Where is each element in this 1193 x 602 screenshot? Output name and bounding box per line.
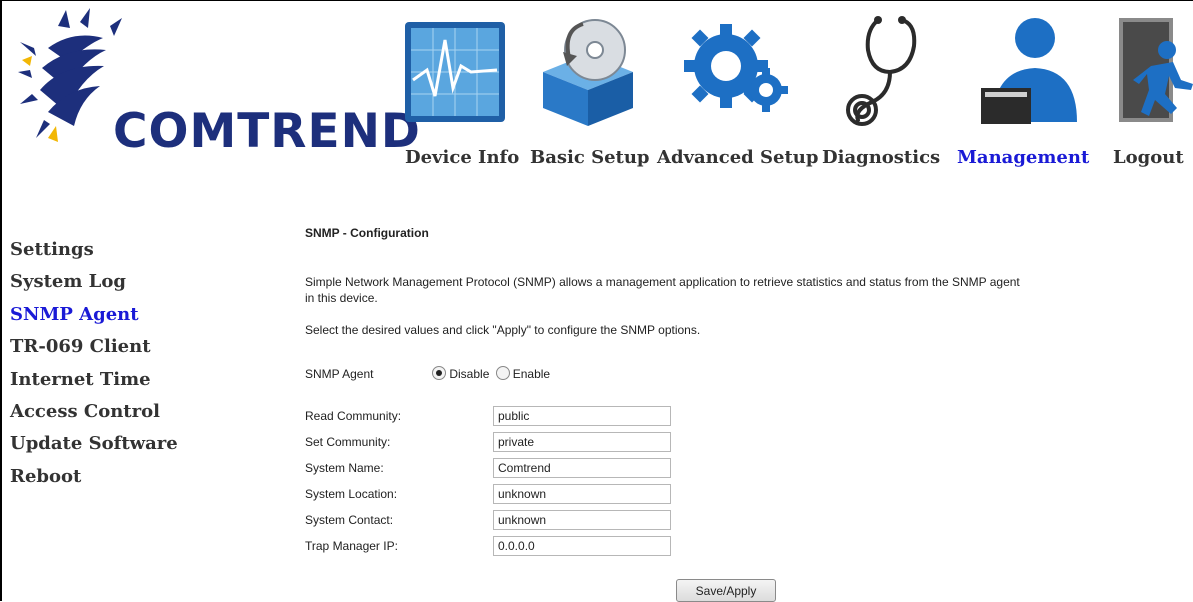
logo-wordmark: COMTREND	[113, 104, 421, 159]
system-contact-input[interactable]	[493, 510, 671, 530]
save-apply-button[interactable]: Save/Apply	[676, 579, 776, 602]
system-name-label: System Name:	[305, 461, 384, 475]
nav-label-diagnostics[interactable]: Diagnostics	[822, 147, 940, 168]
sidebar-item-snmp-agent[interactable]: SNMP Agent	[10, 299, 178, 331]
nav-label-management[interactable]: Management	[957, 147, 1089, 168]
nav-basic-setup[interactable]: Basic Setup	[525, 0, 660, 200]
nav-logout[interactable]: Logout	[1105, 0, 1193, 200]
stethoscope-icon	[846, 16, 917, 126]
nav-label-logout[interactable]: Logout	[1113, 147, 1184, 168]
read-community-label: Read Community:	[305, 409, 402, 423]
frame-left-border	[0, 0, 2, 601]
sidebar-item-internet-time[interactable]: Internet Time	[10, 364, 178, 396]
snmp-disable-label[interactable]: Disable	[449, 367, 489, 381]
snmp-enable-radio[interactable]	[495, 366, 510, 380]
set-community-label: Set Community:	[305, 435, 391, 449]
nav-advanced-setup[interactable]: Advanced Setup	[655, 0, 820, 200]
disc-box-icon	[543, 19, 633, 126]
chart-monitor-icon	[405, 22, 505, 122]
sidebar-item-update-software[interactable]: Update Software	[10, 428, 178, 460]
nav-label-basic-setup[interactable]: Basic Setup	[530, 147, 650, 168]
system-name-input[interactable]	[493, 458, 671, 478]
instruction-text: Select the desired values and click "App…	[305, 323, 701, 337]
sidebar-item-tr069-client[interactable]: TR-069 Client	[10, 331, 178, 363]
user-laptop-icon	[981, 18, 1077, 124]
trap-manager-ip-input[interactable]	[493, 536, 671, 556]
nav-label-advanced-setup[interactable]: Advanced Setup	[657, 147, 818, 168]
sidebar-item-system-log[interactable]: System Log	[10, 266, 178, 298]
nav-label-device-info[interactable]: Device Info	[405, 147, 519, 168]
nav-device-info[interactable]: Device Info	[395, 0, 519, 200]
exit-door-icon	[1119, 18, 1193, 122]
snmp-agent-label: SNMP Agent	[305, 367, 374, 381]
sidebar-item-access-control[interactable]: Access Control	[10, 396, 178, 428]
trap-manager-ip-label: Trap Manager IP:	[305, 539, 398, 553]
system-location-input[interactable]	[493, 484, 671, 504]
set-community-input[interactable]	[493, 432, 671, 452]
page-title: SNMP - Configuration	[305, 226, 429, 240]
sidebar-menu: Settings System Log SNMP Agent TR-069 Cl…	[10, 234, 178, 493]
system-contact-label: System Contact:	[305, 513, 394, 527]
gears-icon	[684, 24, 788, 112]
nav-diagnostics[interactable]: Diagnostics	[822, 0, 952, 200]
snmp-agent-row: SNMP Agent Disable Enable	[305, 366, 550, 381]
comtrend-logo: COMTREND	[18, 8, 420, 178]
snmp-disable-radio[interactable]	[432, 366, 447, 380]
description-line-1: Simple Network Management Protocol (SNMP…	[305, 275, 1020, 289]
snmp-enable-label[interactable]: Enable	[513, 367, 550, 381]
description-line-2: in this device.	[305, 291, 378, 305]
sidebar-item-settings[interactable]: Settings	[10, 234, 178, 266]
nav-management[interactable]: Management	[955, 0, 1095, 200]
sidebar-item-reboot[interactable]: Reboot	[10, 461, 178, 493]
read-community-input[interactable]	[493, 406, 671, 426]
system-location-label: System Location:	[305, 487, 398, 501]
